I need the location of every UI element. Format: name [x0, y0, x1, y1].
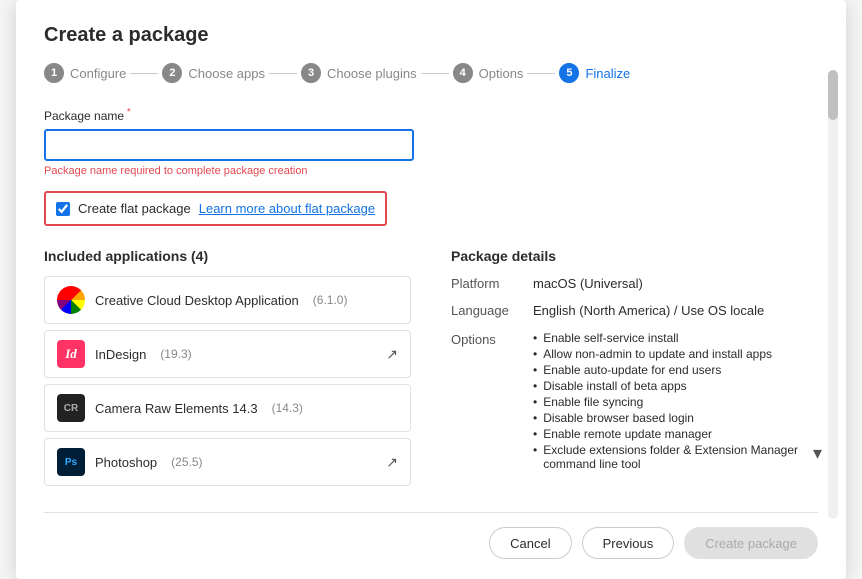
- package-name-hint: Package name required to complete packag…: [44, 165, 818, 177]
- modal-title: Create a package: [44, 24, 818, 47]
- step-label-options: Options: [479, 66, 524, 81]
- included-apps-section: Included applications (4) Creative Cloud…: [44, 248, 411, 492]
- app-item-cc: Creative Cloud Desktop Application (6.1.…: [44, 276, 411, 324]
- step-num-4: 4: [453, 63, 473, 83]
- app-icon-cc: [57, 286, 85, 314]
- content-columns: Included applications (4) Creative Cloud…: [44, 248, 818, 492]
- step-sep-1: [130, 73, 158, 74]
- app-item-id: Id InDesign (19.3) ↗: [44, 330, 411, 378]
- step-label-finalize: Finalize: [585, 66, 630, 81]
- app-name-cc: Creative Cloud Desktop Application: [95, 293, 299, 308]
- step-label-choose-plugins: Choose plugins: [327, 66, 417, 81]
- app-name-cr: Camera Raw Elements 14.3: [95, 401, 258, 416]
- flat-package-label: Create flat package: [78, 201, 191, 216]
- flat-package-link[interactable]: Learn more about flat package: [199, 201, 375, 216]
- package-details-section: Package details Platform macOS (Universa…: [451, 248, 818, 492]
- step-num-1: 1: [44, 63, 64, 83]
- external-link-icon-id[interactable]: ↗: [386, 346, 398, 363]
- app-version-id: (19.3): [160, 347, 191, 361]
- app-version-cr: (14.3): [272, 401, 303, 415]
- app-icon-ps: Ps: [57, 448, 85, 476]
- step-num-2: 2: [162, 63, 182, 83]
- detail-platform-row: Platform macOS (Universal): [451, 276, 818, 291]
- app-name-ps: Photoshop: [95, 455, 157, 470]
- step-choose-apps: 2 Choose apps: [162, 63, 265, 83]
- step-label-choose-apps: Choose apps: [188, 66, 265, 81]
- option-item-3: Disable install of beta apps: [533, 378, 818, 394]
- detail-platform-val: macOS (Universal): [533, 276, 643, 291]
- package-name-input[interactable]: [44, 129, 414, 161]
- app-icon-cr: CR: [57, 394, 85, 422]
- detail-options-row: Options Enable self-service install Allo…: [451, 330, 818, 472]
- step-configure: 1 Configure: [44, 63, 126, 83]
- app-item-cr: CR Camera Raw Elements 14.3 (14.3): [44, 384, 411, 432]
- step-sep-3: [421, 73, 449, 74]
- app-icon-id: Id: [57, 340, 85, 368]
- package-name-label: Package name *: [44, 107, 818, 123]
- cancel-button[interactable]: Cancel: [489, 527, 571, 559]
- option-item-2: Enable auto-update for end users: [533, 362, 818, 378]
- included-apps-title: Included applications (4): [44, 248, 411, 264]
- detail-platform-key: Platform: [451, 276, 521, 291]
- app-version-cc: (6.1.0): [313, 293, 348, 307]
- option-item-6: Enable remote update manager: [533, 426, 818, 442]
- options-dropdown-arrow[interactable]: ▾: [813, 443, 822, 464]
- step-options: 4 Options: [453, 63, 524, 83]
- create-package-modal: Create a package 1 Configure 2 Choose ap…: [16, 0, 846, 579]
- app-version-ps: (25.5): [171, 455, 202, 469]
- step-sep-4: [527, 73, 555, 74]
- step-choose-plugins: 3 Choose plugins: [301, 63, 417, 83]
- step-num-5: 5: [559, 63, 579, 83]
- detail-language-key: Language: [451, 303, 521, 318]
- modal-footer: Cancel Previous Create package: [44, 512, 818, 559]
- flat-package-row: Create flat package Learn more about fla…: [44, 191, 387, 226]
- step-label-configure: Configure: [70, 66, 126, 81]
- step-num-3: 3: [301, 63, 321, 83]
- previous-button[interactable]: Previous: [582, 527, 675, 559]
- option-item-4: Enable file syncing: [533, 394, 818, 410]
- app-item-ps: Ps Photoshop (25.5) ↗: [44, 438, 411, 486]
- options-list: Enable self-service install Allow non-ad…: [533, 330, 818, 472]
- step-finalize: 5 Finalize: [559, 63, 630, 83]
- stepper: 1 Configure 2 Choose apps 3 Choose plugi…: [44, 63, 818, 83]
- option-item-1: Allow non-admin to update and install ap…: [533, 346, 818, 362]
- package-details-title: Package details: [451, 248, 818, 264]
- external-link-icon-ps[interactable]: ↗: [386, 454, 398, 471]
- option-item-7: Exclude extensions folder & Extension Ma…: [533, 442, 818, 472]
- create-package-button[interactable]: Create package: [684, 527, 818, 559]
- detail-language-row: Language English (North America) / Use O…: [451, 303, 818, 318]
- detail-language-val: English (North America) / Use OS locale: [533, 303, 764, 318]
- scroll-thumb[interactable]: [828, 70, 838, 120]
- option-item-5: Disable browser based login: [533, 410, 818, 426]
- app-name-id: InDesign: [95, 347, 146, 362]
- scroll-track: [828, 70, 838, 519]
- step-sep-2: [269, 73, 297, 74]
- option-item-0: Enable self-service install: [533, 330, 818, 346]
- flat-package-checkbox[interactable]: [56, 202, 70, 216]
- detail-options-key: Options: [451, 330, 521, 472]
